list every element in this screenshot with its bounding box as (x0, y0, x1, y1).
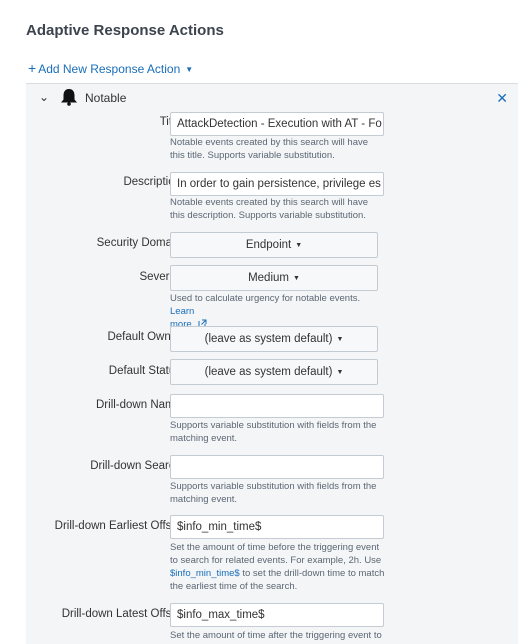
drilldown-earliest-label: Drill-down Earliest Offset (54, 520, 181, 532)
drilldown-name-label: Drill-down Name (96, 399, 181, 411)
drilldown-latest-help: Set the amount of time after the trigger… (170, 630, 382, 641)
security-domain-label: Security Domain (96, 237, 181, 249)
panel-header: ⌄ Notable ✕ (26, 84, 518, 110)
section-heading: Adaptive Response Actions (26, 22, 224, 39)
caret-down-icon: ▼ (336, 336, 344, 343)
security-domain-value: Endpoint (245, 239, 292, 251)
drilldown-name-help: Supports variable substitution with fiel… (170, 420, 377, 444)
caret-down-icon: ▼ (336, 369, 344, 376)
plus-icon: + (28, 60, 37, 76)
description-help: Notable events created by this search wi… (170, 197, 369, 221)
severity-select[interactable]: Medium ▼ (170, 265, 378, 291)
drilldown-earliest-input[interactable]: $info_min_time$ (170, 515, 384, 539)
severity-help-text: Used to calculate urgency for notable ev… (170, 293, 361, 304)
default-owner-label: Default Owner (107, 331, 181, 343)
bell-icon (61, 89, 77, 106)
title-input[interactable]: AttackDetection - Execution with AT - Fo (170, 112, 384, 136)
collapse-chevron-icon[interactable]: ⌄ (39, 90, 49, 104)
default-owner-value: (leave as system default) (204, 333, 333, 345)
notable-action-panel: ⌄ Notable ✕ Title AttackDetection - Exec… (26, 83, 518, 644)
drilldown-search-help: Supports variable substitution with fiel… (170, 481, 377, 505)
title-help: Notable events created by this search wi… (170, 137, 369, 161)
description-input[interactable]: In order to gain persistence, privilege … (170, 172, 384, 196)
close-icon[interactable]: ✕ (496, 90, 508, 107)
drilldown-earliest-help-pre: Set the amount of time before the trigge… (170, 542, 382, 566)
panel-title: Notable (85, 91, 127, 105)
learn-more-link-text: Learn (170, 306, 195, 317)
caret-down-icon: ▼ (292, 275, 300, 282)
default-status-value: (leave as system default) (204, 366, 333, 378)
drilldown-latest-input[interactable]: $info_max_time$ (170, 603, 384, 627)
info-min-time-link[interactable]: $info_min_time$ (170, 568, 240, 579)
default-status-label: Default Status (108, 365, 181, 377)
drilldown-search-input[interactable] (170, 455, 384, 479)
severity-label: Severity (139, 271, 181, 283)
title-label: Title (26, 116, 181, 128)
drilldown-earliest-help: Set the amount of time before the trigge… (170, 541, 385, 593)
drilldown-latest-label: Drill-down Latest Offset (61, 608, 181, 620)
drilldown-name-input[interactable] (170, 394, 384, 418)
caret-down-icon: ▼ (185, 65, 194, 74)
add-response-action-label: Add New Response Action (38, 62, 181, 76)
caret-down-icon: ▼ (295, 242, 303, 249)
default-owner-select[interactable]: (leave as system default) ▼ (170, 326, 378, 352)
default-status-select[interactable]: (leave as system default) ▼ (170, 359, 378, 385)
drilldown-search-label: Drill-down Search (90, 460, 181, 472)
description-label: Description (123, 176, 181, 188)
security-domain-select[interactable]: Endpoint ▼ (170, 232, 378, 258)
add-response-action-button[interactable]: + Add New Response Action ▼ (28, 60, 193, 76)
severity-value: Medium (248, 272, 289, 284)
